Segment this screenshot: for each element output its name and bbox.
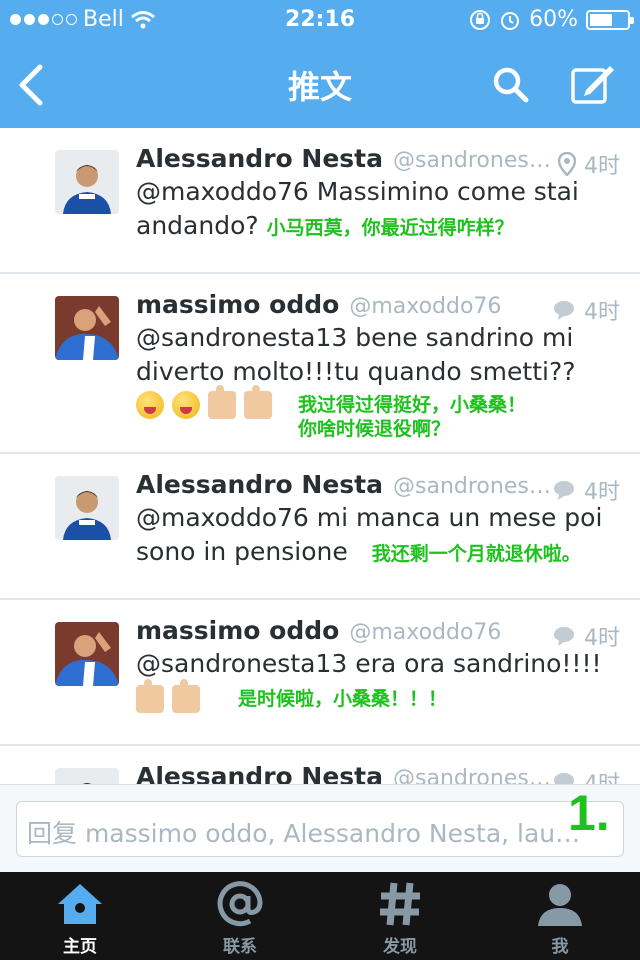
tweet-text-content: @sandronesta13 bene sandrino mi diverto … xyxy=(136,323,576,386)
tab-home[interactable]: 主页 xyxy=(0,872,160,960)
reply-input[interactable]: 回复 massimo oddo, Alessandro Nesta, lau… xyxy=(16,801,624,857)
speech-bubble-icon xyxy=(554,627,574,646)
translation-annotation: 你啥时候退役啊？ xyxy=(298,418,451,440)
author-handle[interactable]: @sandrones… xyxy=(393,766,551,784)
page-number-annotation: 1. xyxy=(568,785,610,841)
tweet-meta: 4时 xyxy=(552,294,620,326)
winking-tongue-emoji xyxy=(172,391,200,419)
search-icon xyxy=(493,67,529,103)
compose-tweet-button[interactable] xyxy=(570,62,616,108)
tweet-timestamp: 4时 xyxy=(584,626,620,651)
tweet-text: @sandronesta13 bene sandrino mi diverto … xyxy=(136,321,620,441)
battery-percentage: 60% xyxy=(529,7,578,32)
tweet-meta: 4时 xyxy=(552,474,620,506)
hashtag-icon xyxy=(380,882,420,926)
translation-annotation: 小马西莫，你最近过得咋样？ xyxy=(266,217,514,239)
tweet-text-content: @sandronesta13 era ora sandrino!!!! xyxy=(136,649,602,678)
author-name[interactable]: massimo oddo xyxy=(136,616,339,645)
tweet-item[interactable]: massimo oddo @maxoddo76 4时 @sandronesta1… xyxy=(0,600,640,746)
reply-bar: 回复 massimo oddo, Alessandro Nesta, lau… xyxy=(0,784,640,873)
translation-annotation: 是时候啦，小桑桑！！！ xyxy=(238,688,448,710)
author-handle[interactable]: @maxoddo76 xyxy=(349,620,501,645)
home-icon xyxy=(58,884,102,924)
author-name[interactable]: Alessandro Nesta xyxy=(136,470,383,499)
tweet-text-content: @maxoddo76 mi manca un mese poi xyxy=(136,503,603,532)
tweet-item[interactable]: massimo oddo @maxoddo76 4时 @sandronesta1… xyxy=(0,274,640,454)
tab-connect[interactable]: 联系 xyxy=(160,872,320,960)
speech-bubble-icon xyxy=(554,773,574,784)
author-handle[interactable]: @sandrones… xyxy=(393,148,551,173)
compose-icon xyxy=(571,66,614,104)
author-handle[interactable]: @sandrones… xyxy=(393,474,551,499)
speech-bubble-icon xyxy=(554,301,574,320)
tab-discover[interactable]: 发现 xyxy=(320,872,480,960)
translation-annotation: 我还剩一个月就退休啦。 xyxy=(371,543,581,565)
battery-icon xyxy=(586,9,634,30)
tab-label: 主页 xyxy=(63,937,97,957)
avatar[interactable] xyxy=(55,622,119,686)
author-name[interactable]: massimo oddo xyxy=(136,290,339,319)
avatar[interactable] xyxy=(55,768,119,784)
thumbs-up-emoji xyxy=(136,679,164,713)
author-name[interactable]: Alessandro Nesta xyxy=(136,762,383,784)
tweet-list[interactable]: Alessandro Nesta @sandrones… 4时 @maxoddo… xyxy=(0,128,640,784)
avatar[interactable] xyxy=(55,150,119,214)
at-sign-icon xyxy=(217,881,263,927)
tweet-meta: 4时 xyxy=(552,620,620,652)
tweet-text: @sandronesta13 era ora sandrino!!!! 是时候啦… xyxy=(136,647,620,713)
tab-me[interactable]: 我 xyxy=(480,872,640,960)
alarm-icon xyxy=(501,11,520,30)
tab-bar: 主页 联系 发现 我 xyxy=(0,872,640,960)
tweet-timestamp: 4时 xyxy=(584,154,620,179)
avatar[interactable] xyxy=(55,476,119,540)
author-name[interactable]: Alessandro Nesta xyxy=(136,144,383,173)
tab-label: 联系 xyxy=(223,937,257,957)
search-button[interactable] xyxy=(488,62,534,108)
tweet-text: @maxoddo76 mi manca un mese poi sono in … xyxy=(136,501,620,569)
tab-label: 我 xyxy=(551,937,569,957)
page-title: 推文 xyxy=(287,68,352,106)
navigation-bar: 推文 xyxy=(0,40,640,128)
tweet-item[interactable]: Alessandro Nesta @sandrones… 4时 @maxoddo… xyxy=(0,454,640,600)
person-icon xyxy=(538,884,582,926)
status-bar: Bell 22:16 60% xyxy=(0,0,640,40)
rotation-lock-icon xyxy=(470,9,491,30)
tweet-item[interactable]: Alessandro Nesta @sandrones… 4时 @maxoddo… xyxy=(0,128,640,274)
thumbs-up-emoji xyxy=(208,385,236,419)
tweet-timestamp: 4时 xyxy=(584,480,620,505)
speech-bubble-icon xyxy=(554,481,574,500)
translation-annotation: 我过得过得挺好，小桑桑！ xyxy=(298,394,527,416)
tab-label: 发现 xyxy=(383,937,417,957)
tweet-text: @maxoddo76 Massimino come stai andando? … xyxy=(136,175,620,243)
avatar[interactable] xyxy=(55,296,119,360)
tweet-meta: 4时 xyxy=(558,148,620,180)
location-pin-icon xyxy=(558,152,576,176)
thumbs-up-emoji xyxy=(172,679,200,713)
thumbs-up-emoji xyxy=(244,385,272,419)
tweet-item[interactable]: Alessandro Nesta @sandrones… 4时 xyxy=(0,746,640,784)
tweet-text-content: sono in pensione xyxy=(136,537,348,566)
winking-tongue-emoji xyxy=(136,391,164,419)
tweet-timestamp: 4时 xyxy=(584,766,620,784)
author-handle[interactable]: @maxoddo76 xyxy=(349,294,501,319)
tweet-meta: 4时 xyxy=(552,766,620,784)
tweet-timestamp: 4时 xyxy=(584,300,620,325)
